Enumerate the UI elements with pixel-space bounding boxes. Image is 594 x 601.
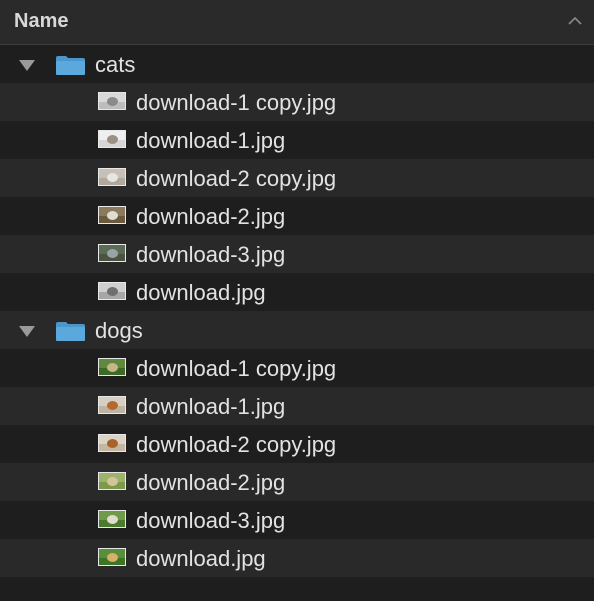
column-header[interactable]: Name xyxy=(0,0,594,45)
image-thumbnail-icon xyxy=(98,510,126,528)
file-name[interactable]: download-1 copy.jpg xyxy=(136,90,336,116)
file-name[interactable]: download-3.jpg xyxy=(136,242,285,268)
folder-name[interactable]: cats xyxy=(95,52,135,78)
folder-name[interactable]: dogs xyxy=(95,318,143,344)
file-name[interactable]: download-2 copy.jpg xyxy=(136,166,336,192)
file-row[interactable]: download-1.jpg xyxy=(0,387,594,425)
folder-row-cats[interactable]: cats xyxy=(0,45,594,83)
image-thumbnail-icon xyxy=(98,282,126,300)
file-row[interactable]: download.jpg xyxy=(0,539,594,577)
sort-ascending-icon[interactable] xyxy=(568,16,582,26)
disclosure-triangle-expanded-icon[interactable] xyxy=(18,59,36,72)
folder-icon xyxy=(56,56,85,75)
image-thumbnail-icon xyxy=(98,130,126,148)
file-name[interactable]: download-2 copy.jpg xyxy=(136,432,336,458)
file-name[interactable]: download-1 copy.jpg xyxy=(136,356,336,382)
file-row[interactable]: download-2 copy.jpg xyxy=(0,425,594,463)
file-name[interactable]: download.jpg xyxy=(136,280,266,306)
file-row[interactable]: download-3.jpg xyxy=(0,501,594,539)
image-thumbnail-icon xyxy=(98,472,126,490)
file-row[interactable]: download-2.jpg xyxy=(0,463,594,501)
file-name[interactable]: download-2.jpg xyxy=(136,470,285,496)
list-filler xyxy=(0,577,594,601)
image-thumbnail-icon xyxy=(98,244,126,262)
image-thumbnail-icon xyxy=(98,168,126,186)
file-row[interactable]: download-1 copy.jpg xyxy=(0,83,594,121)
file-name[interactable]: download-1.jpg xyxy=(136,394,285,420)
file-row[interactable]: download-1.jpg xyxy=(0,121,594,159)
folder-icon xyxy=(56,322,85,341)
image-thumbnail-icon xyxy=(98,358,126,376)
image-thumbnail-icon xyxy=(98,434,126,452)
name-column-label[interactable]: Name xyxy=(14,10,68,33)
file-list: cats download-1 copy.jpg download-1.jpg dow… xyxy=(0,45,594,577)
image-thumbnail-icon xyxy=(98,396,126,414)
file-row[interactable]: download-1 copy.jpg xyxy=(0,349,594,387)
file-row[interactable]: download-2 copy.jpg xyxy=(0,159,594,197)
file-row[interactable]: download-3.jpg xyxy=(0,235,594,273)
file-name[interactable]: download-3.jpg xyxy=(136,508,285,534)
image-thumbnail-icon xyxy=(98,92,126,110)
image-thumbnail-icon xyxy=(98,206,126,224)
image-thumbnail-icon xyxy=(98,548,126,566)
file-name[interactable]: download-1.jpg xyxy=(136,128,285,154)
file-row[interactable]: download-2.jpg xyxy=(0,197,594,235)
disclosure-triangle-expanded-icon[interactable] xyxy=(18,325,36,338)
folder-row-dogs[interactable]: dogs xyxy=(0,311,594,349)
file-name[interactable]: download.jpg xyxy=(136,546,266,572)
file-row[interactable]: download.jpg xyxy=(0,273,594,311)
file-name[interactable]: download-2.jpg xyxy=(136,204,285,230)
